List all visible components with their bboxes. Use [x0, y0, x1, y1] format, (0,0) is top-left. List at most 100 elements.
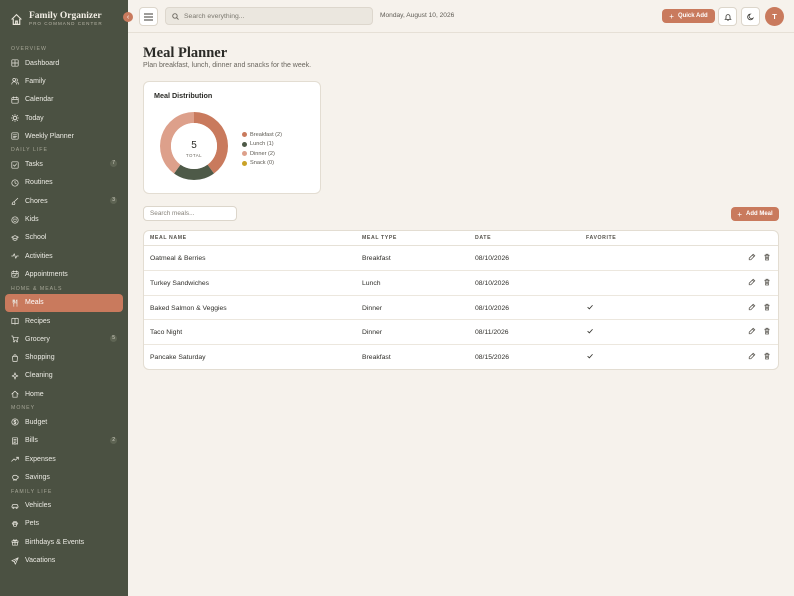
table-row[interactable]: Pancake Saturday Breakfast 08/15/2026	[144, 345, 778, 369]
sidebar-item-meals[interactable]: Meals	[5, 293, 123, 312]
collapse-sidebar-button[interactable]: ‹	[123, 12, 133, 22]
edit-icon[interactable]	[748, 278, 756, 286]
brand[interactable]: Family Organizer PRO COMMAND CENTER	[10, 9, 103, 29]
delete-icon[interactable]	[763, 253, 771, 261]
table-row[interactable]: Oatmeal & Berries Breakfast 08/10/2026	[144, 246, 778, 271]
edit-icon[interactable]	[748, 352, 756, 360]
sidebar-item-budget[interactable]: Budget	[5, 413, 123, 431]
sidebar-item-label: Appointments	[25, 270, 68, 278]
legend-swatch	[242, 132, 247, 138]
sidebar-item-label: Home	[25, 390, 44, 398]
delete-icon[interactable]	[763, 327, 771, 335]
sidebar-item-savings[interactable]: Savings	[5, 468, 123, 486]
sidebar-item-birthdays-events[interactable]: Birthdays & Events	[5, 533, 123, 551]
sidebar-item-dashboard[interactable]: Dashboard	[5, 54, 123, 72]
edit-icon[interactable]	[748, 303, 756, 311]
sidebar-nav: OVERVIEW Dashboard Family Calendar Today Week…	[0, 44, 128, 570]
receipt-icon	[11, 437, 19, 445]
table-row[interactable]: Baked Salmon & Veggies Dinner 08/10/2026	[144, 296, 778, 321]
sidebar-item-family[interactable]: Family	[5, 72, 123, 90]
count-badge: 5	[110, 335, 117, 343]
car-icon	[11, 502, 19, 510]
planner-icon	[11, 132, 19, 140]
nav-section-label: DAILY LIFE	[11, 147, 48, 154]
sidebar-item-weekly-planner[interactable]: Weekly Planner	[5, 127, 123, 145]
sidebar-item-label: Shopping	[25, 354, 55, 362]
delete-icon[interactable]	[763, 303, 771, 311]
page-subtitle: Plan breakfast, lunch, dinner and snacks…	[143, 62, 312, 69]
sidebar-item-label: Vehicles	[25, 502, 52, 510]
sidebar-item-vehicles[interactable]: Vehicles	[5, 497, 123, 515]
cell-date: 08/15/2026	[475, 354, 510, 362]
sidebar-item-pets[interactable]: Pets	[5, 515, 123, 533]
sidebar-item-chores[interactable]: Chores 3	[5, 192, 123, 210]
user-avatar[interactable]: T	[765, 7, 784, 26]
sidebar-item-routines[interactable]: Routines	[5, 174, 123, 192]
users-icon	[11, 77, 19, 85]
sidebar-item-school[interactable]: School	[5, 229, 123, 247]
legend-label: Snack (0)	[250, 160, 274, 167]
column-header-meal-type[interactable]: MEAL TYPE	[362, 235, 397, 241]
sidebar-item-label: Pets	[25, 520, 40, 528]
quick-add-button[interactable]: + Quick Add	[662, 9, 715, 23]
sidebar-item-label: Vacations	[25, 557, 56, 565]
edit-icon[interactable]	[748, 253, 756, 261]
sidebar-item-label: Tasks	[25, 161, 43, 169]
sidebar-item-grocery[interactable]: Grocery 5	[5, 330, 123, 348]
grid-icon	[11, 59, 19, 67]
sidebar-item-shopping[interactable]: Shopping	[5, 348, 123, 366]
delete-icon[interactable]	[763, 352, 771, 360]
global-search[interactable]	[165, 7, 373, 25]
book-icon	[11, 317, 19, 325]
moon-icon	[746, 13, 754, 20]
sidebar: Family Organizer PRO COMMAND CENTER OVER…	[0, 0, 128, 596]
edit-icon[interactable]	[748, 327, 756, 335]
sidebar-item-label: Expenses	[25, 455, 56, 463]
sidebar-item-label: Grocery	[25, 335, 50, 343]
sidebar-item-label: Activities	[25, 252, 53, 260]
sidebar-item-cleaning[interactable]: Cleaning	[5, 367, 123, 385]
calendar-check-icon	[11, 270, 19, 278]
sidebar-item-vacations[interactable]: Vacations	[5, 551, 123, 569]
sidebar-item-tasks[interactable]: Tasks 7	[5, 155, 123, 173]
cell-meal-type: Dinner	[362, 304, 383, 312]
smile-icon	[11, 215, 19, 224]
sidebar-item-today[interactable]: Today	[5, 109, 123, 127]
sidebar-item-recipes[interactable]: Recipes	[5, 312, 123, 330]
delete-icon[interactable]	[763, 278, 771, 286]
legend-item-dinner: Dinner (2)	[242, 149, 282, 159]
sidebar-item-kids[interactable]: Kids	[5, 210, 123, 228]
theme-toggle-button[interactable]	[741, 7, 760, 26]
menu-button[interactable]	[139, 7, 158, 26]
table-row[interactable]: Taco Night Dinner 08/11/2026	[144, 320, 778, 346]
notifications-button[interactable]	[718, 7, 737, 26]
sidebar-item-appointments[interactable]: Appointments	[5, 265, 123, 283]
legend-swatch	[242, 160, 247, 166]
add-meal-button[interactable]: + Add Meal	[731, 207, 779, 221]
column-header-date[interactable]: DATE	[475, 235, 491, 241]
sidebar-item-activities[interactable]: Activities	[5, 247, 123, 265]
meal-distribution-card: Meal Distribution 5 TOTAL Breakfast (2) L…	[143, 81, 321, 194]
legend-swatch	[242, 141, 247, 147]
legend-swatch	[242, 151, 247, 157]
chart-legend: Breakfast (2) Lunch (1) Dinner (2) Snack (0…	[242, 130, 282, 168]
cell-date: 08/10/2026	[475, 304, 510, 312]
count-badge: 3	[110, 197, 117, 205]
search-input[interactable]	[184, 12, 364, 20]
sidebar-item-home[interactable]: Home	[5, 385, 123, 403]
cell-date: 08/10/2026	[475, 255, 510, 262]
sidebar-item-label: Routines	[25, 179, 53, 187]
count-badge: 2	[110, 436, 117, 444]
sidebar-item-expenses[interactable]: Expenses	[5, 450, 123, 468]
column-header-meal-name[interactable]: MEAL NAME	[150, 235, 187, 241]
legend-label: Lunch (1)	[250, 141, 274, 148]
utensils-icon	[11, 299, 19, 307]
meal-search-input[interactable]	[143, 206, 237, 221]
table-row[interactable]: Turkey Sandwiches Lunch 08/10/2026	[144, 271, 778, 296]
column-header-favorite[interactable]: FAVORITE	[586, 235, 616, 241]
sidebar-item-bills[interactable]: Bills 2	[5, 432, 123, 450]
legend-item-breakfast: Breakfast (2)	[242, 130, 282, 140]
sidebar-item-label: Birthdays & Events	[25, 538, 85, 546]
sparkle-icon	[11, 372, 19, 380]
sidebar-item-calendar[interactable]: Calendar	[5, 91, 123, 109]
